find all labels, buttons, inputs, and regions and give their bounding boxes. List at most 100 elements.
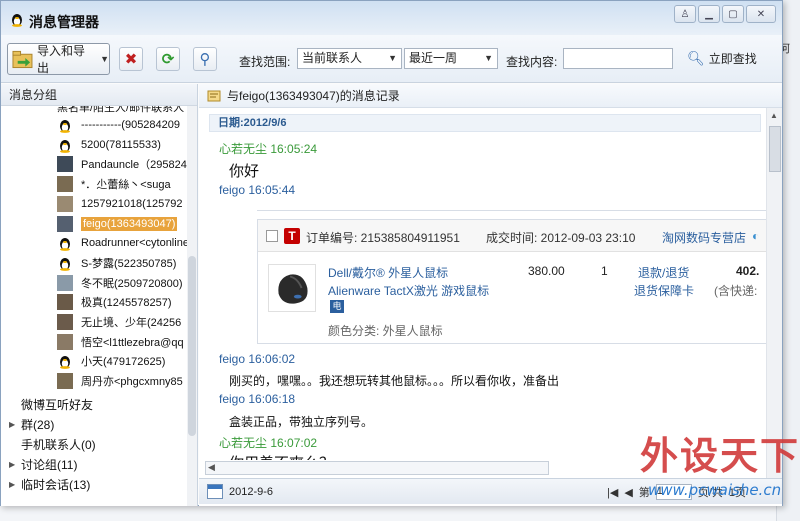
contact-item[interactable]: 小天(479172625) [57, 352, 165, 370]
qq-penguin-icon [60, 238, 70, 252]
search-now-button[interactable]: 🔍︎ 立即查找 [687, 48, 757, 69]
group-label: 讨论组(11) [21, 457, 78, 472]
shipping-note: (含快递: [714, 284, 758, 298]
import-export-label: 导入和导出 [36, 44, 85, 75]
watermark-title: 外设天下 [640, 434, 800, 478]
group-item[interactable]: ▶ 群(28) [9, 415, 54, 433]
qq-penguin-icon [60, 356, 70, 370]
contact-item[interactable]: 1257921018(125792 [57, 195, 183, 213]
clean-button[interactable]: ⚲ [193, 47, 217, 71]
refresh-button[interactable]: ⟳ [156, 47, 180, 71]
order-card[interactable]: T 订单编号: 215385804911951 成交时间: 2012-09-03… [257, 219, 767, 344]
close-button[interactable]: ✕ [746, 5, 776, 23]
chat-scrollbar[interactable]: ▲ [766, 108, 782, 478]
shop-link[interactable]: 淘网数码专营店 [662, 229, 746, 246]
mouse-product-image[interactable] [268, 264, 316, 312]
refund-link[interactable]: 退款/退货 [638, 264, 689, 281]
contact-item[interactable]: *．尐蕾絲丶<suga [57, 175, 171, 193]
product-color: 颜色分类: 外星人鼠标 [328, 324, 443, 338]
expand-arrow-icon[interactable]: ▶ [9, 460, 21, 469]
contact-name: 无止境、少年(24256 [81, 317, 182, 329]
contact-item[interactable]: Pandauncle（295824 [57, 155, 187, 173]
group-item[interactable]: ▶ 临时会话(13) [9, 475, 90, 493]
order-card-header: T 订单编号: 215385804911951 成交时间: 2012-09-03… [258, 220, 766, 252]
import-export-button[interactable]: 导入和导出 ▼ [7, 43, 110, 75]
contact-item[interactable]: -----------(905284209 [57, 116, 180, 134]
scope-select[interactable]: 当前联系人 ▼ [297, 48, 402, 69]
contact-item[interactable]: feigo(1363493047) [57, 215, 178, 233]
avatar [57, 294, 73, 311]
product-name-link[interactable]: Dell/戴尔® 外星人鼠标 [328, 264, 448, 281]
contact-item[interactable]: 无止境、少年(24256 [57, 313, 181, 331]
window-title: 消息管理器 [29, 14, 99, 30]
contact-item[interactable]: Roadrunner<cytonline [57, 234, 187, 252]
restore-button[interactable]: ♙ [674, 5, 696, 23]
message-sender: 心若无尘 16:05:24 [219, 142, 318, 156]
contact-name: 周丹亦<phgcxmny85 [81, 376, 183, 389]
minimize-button[interactable]: ▁ [698, 5, 720, 23]
maximize-button[interactable]: ▢ [722, 5, 744, 23]
prev-page-icon[interactable]: ◀ [624, 486, 632, 499]
sidebar-scrollbar[interactable] [187, 106, 197, 506]
time-range-select[interactable]: 最近一周 ▼ [404, 48, 498, 69]
content-label: 查找内容: [506, 55, 558, 69]
first-page-icon[interactable]: |◀ [607, 486, 618, 499]
search-content-input[interactable] [563, 48, 673, 69]
order-checkbox[interactable] [266, 230, 278, 242]
contact-item[interactable]: 悟空<l1ttlezebra@qq [57, 333, 184, 351]
delete-button[interactable]: ✖ [119, 47, 143, 71]
scroll-left-icon[interactable]: ◀ [208, 462, 215, 473]
horizontal-scrollbar[interactable]: ◀ [205, 461, 549, 475]
scrollbar-thumb[interactable] [769, 126, 781, 172]
message-text: 刚买的，嘿嘿。。我还想玩转其他鼠标。。。所以看你收，准备出 [229, 374, 560, 388]
contact-item[interactable]: S-梦露(522350785) [57, 254, 176, 272]
record-title: 与feigo(1363493047)的消息记录 [227, 89, 400, 103]
contact-name: *．尐蕾絲丶<suga [81, 179, 171, 192]
expand-arrow-icon[interactable]: ▶ [9, 480, 21, 489]
date-bar: 日期:2012/9/6 [209, 114, 761, 132]
message-sender: feigo 16:06:18 [219, 392, 296, 406]
watermark-url: www.pcwaishe.cn [648, 481, 782, 499]
taobao-logo-icon: T [284, 228, 300, 244]
qq-penguin-icon [60, 139, 70, 153]
sidebar-header: 消息分组 [1, 84, 197, 106]
group-item[interactable]: 手机联系人(0) [9, 435, 96, 453]
avatar [57, 176, 73, 193]
calendar-icon[interactable] [207, 484, 223, 499]
contact-name: Roadrunner<cytonline [81, 237, 187, 250]
order-total: 402. [736, 264, 760, 278]
title-bar[interactable]: 消息管理器 ♙ ▁ ▢ ✕ [1, 1, 782, 35]
chevron-down-icon: ▼ [388, 53, 397, 63]
contact-list: 黑名单/陌生人/邮件联系人 -----------(905284209 5200(7… [1, 106, 187, 506]
group-label: 群(28) [21, 417, 55, 432]
contact-item[interactable]: 冬不眠(2509720800) [57, 274, 183, 292]
scroll-up-icon[interactable]: ▲ [770, 111, 778, 120]
guarantee-link[interactable]: 退货保障卡 [634, 282, 694, 299]
avatar [57, 373, 73, 390]
chevron-down-icon: ▼ [484, 53, 493, 63]
wangwang-icon[interactable]: ◐ [752, 229, 759, 243]
avatar [57, 195, 73, 212]
message-sender: feigo 16:05:44 [219, 183, 296, 197]
contact-group-label-text: 黑名单/陌生人/邮件联系人 [57, 106, 185, 114]
contact-name: Pandauncle（295824 [81, 159, 187, 172]
scope-label: 查找范围: [239, 55, 291, 69]
avatar [57, 156, 73, 173]
message-text: 你好 [229, 163, 260, 180]
contact-item[interactable]: 极真(1245578257) [57, 293, 172, 311]
contact-item[interactable]: 5200(78115533) [57, 136, 161, 154]
group-label: 手机联系人(0) [21, 437, 96, 452]
scrollbar-thumb[interactable] [188, 256, 196, 436]
expand-arrow-icon[interactable]: ▶ [9, 420, 21, 429]
contact-item[interactable]: 周丹亦<phgcxmny85 [57, 372, 183, 390]
contact-name: 极真(1245578257) [81, 297, 172, 310]
electric-badge-icon: 电 [330, 300, 344, 313]
message-text: 你用着不爽么？ [229, 452, 334, 460]
product-subtitle-link[interactable]: Alienware TactX激光 游戏鼠标 [328, 282, 489, 299]
contact-name: 1257921018(125792 [81, 197, 183, 210]
group-item[interactable]: ▶ 讨论组(11) [9, 455, 77, 473]
contact-name: S-梦露(522350785) [81, 257, 177, 270]
search-icon: 🔍︎ [687, 50, 705, 66]
refresh-icon: ⟳ [161, 51, 175, 68]
group-item[interactable]: 微博互听好友 [9, 395, 93, 413]
